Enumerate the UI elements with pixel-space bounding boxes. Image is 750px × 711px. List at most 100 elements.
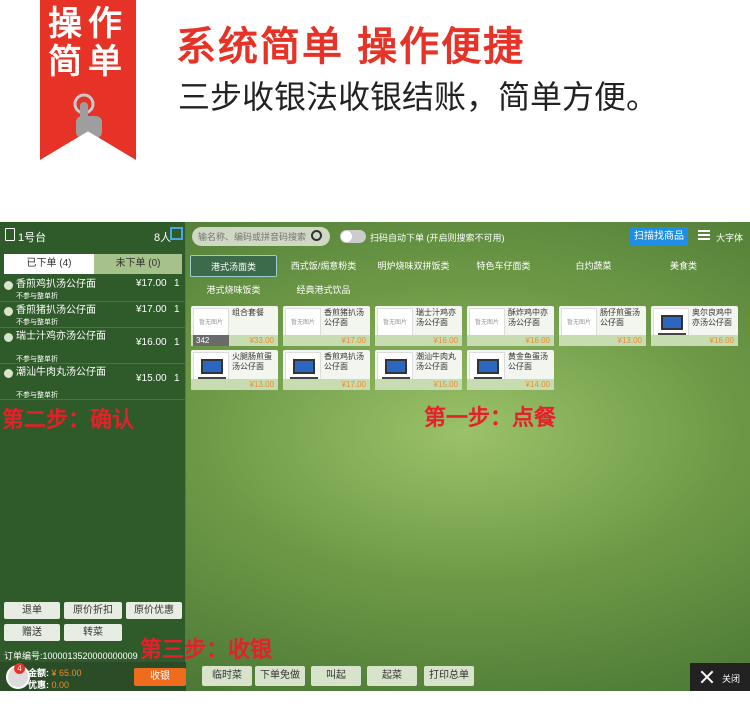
product-card[interactable]: 暂无图片 香煎猪扒汤公仔面 ¥17.00 xyxy=(283,306,370,346)
close-button[interactable]: 关闭 xyxy=(690,663,750,691)
product-price: ¥17.00 xyxy=(283,379,370,390)
checkout-button[interactable]: 收银 xyxy=(134,668,186,686)
checkout-bar: 4 金额: ¥ 65.00 优惠: 0.00 收银 xyxy=(0,662,186,691)
product-price: ¥16.00 xyxy=(375,335,462,346)
check-icon xyxy=(4,281,13,290)
product-card[interactable]: 暂无图片 酥炸鸡中亦汤公仔面 ¥16.00 xyxy=(467,306,554,346)
order-free-button[interactable]: 下单免做 xyxy=(255,666,305,686)
product-name: 香煎猪扒汤公仔面 xyxy=(324,308,364,327)
check-icon xyxy=(4,307,13,316)
close-label: 关闭 xyxy=(722,674,741,684)
close-icon xyxy=(701,671,713,683)
action-bar: 临时菜 下单免做 叫起 起菜 打印总单 xyxy=(187,663,750,691)
edit-icon[interactable] xyxy=(170,227,183,240)
product-price: ¥13.00 xyxy=(191,379,278,390)
notification-badge: 4 xyxy=(14,663,25,674)
order-item-qty: 1 xyxy=(174,278,180,289)
discount-value: 0.00 xyxy=(51,680,70,690)
step-1-label: 第一步：点餐 xyxy=(424,405,557,430)
auto-order-label: 扫码自动下单 (开启则搜索不可用) xyxy=(370,233,505,243)
orig-discount-button[interactable]: 原价折扣 xyxy=(64,602,122,619)
order-item[interactable]: 香煎鸡扒汤公仔面 ¥17.00 1 不参与整单折 xyxy=(0,277,186,302)
order-item-note: 不参与整单折 xyxy=(16,356,58,363)
people-count: 8人 xyxy=(154,232,172,244)
amount-value: ¥ 65.00 xyxy=(51,668,82,678)
category-tab[interactable]: 美食类 xyxy=(640,255,727,277)
pos-app: 1号台 8人 已下单 (4) 未下单 (0) 香煎鸡扒汤公仔面 ¥17.00 1… xyxy=(0,222,750,691)
order-item-name: 香煎鸡扒汤公仔面 xyxy=(16,279,96,290)
headline: 系统简单 操作便捷 xyxy=(176,25,526,69)
product-name: 香煎鸡扒汤公仔面 xyxy=(324,352,364,371)
order-item[interactable]: 香煎猪扒汤公仔面 ¥17.00 1 不参与整单折 xyxy=(0,303,186,328)
product-name: 瑞士汁鸡亦汤公仔面 xyxy=(416,308,456,327)
call-button[interactable]: 叫起 xyxy=(311,666,361,686)
category-tab[interactable]: 明炉烧味双拼饭类 xyxy=(370,255,457,277)
product-stock: 342 xyxy=(193,335,229,346)
search-icon[interactable] xyxy=(311,230,322,241)
order-item-note: 不参与整单折 xyxy=(16,392,58,399)
product-card[interactable]: 暂无图片 瑞士汁鸡亦汤公仔面 ¥16.00 xyxy=(375,306,462,346)
badge-line-1: 操作 xyxy=(48,5,128,43)
auto-order-toggle[interactable] xyxy=(340,230,366,243)
product-price: ¥16.00 xyxy=(651,335,738,346)
hand-pointer-icon xyxy=(73,93,102,138)
product-card[interactable]: 奥尔良鸡中亦汤公仔面 ¥16.00 xyxy=(651,306,738,346)
category-tab[interactable]: 经典港式饮品 xyxy=(280,279,367,301)
orig-promo-button[interactable]: 原价优惠 xyxy=(126,602,182,619)
table-icon xyxy=(5,228,15,241)
product-card[interactable]: 火腿肠煎蛋汤公仔面 ¥13.00 xyxy=(191,350,278,390)
order-tabs: 已下单 (4) 未下单 (0) xyxy=(4,254,182,274)
order-item-qty: 1 xyxy=(174,373,180,384)
product-card[interactable]: 暂无图片 肠仔煎蛋汤公仔面 ¥13.00 xyxy=(559,306,646,346)
temp-dish-button[interactable]: 临时菜 xyxy=(202,666,252,686)
search-input[interactable] xyxy=(198,229,308,244)
check-icon xyxy=(4,333,13,342)
serve-button[interactable]: 起菜 xyxy=(367,666,417,686)
order-item-price: ¥15.00 xyxy=(136,373,167,384)
tab-ordered[interactable]: 已下单 (4) xyxy=(4,254,94,274)
print-total-button[interactable]: 打印总单 xyxy=(424,666,474,686)
category-tab[interactable]: 特色车仔面类 xyxy=(460,255,547,277)
category-tab[interactable]: 港式烧味饭类 xyxy=(190,279,277,301)
product-name: 黄金鱼蛋汤公仔面 xyxy=(508,352,548,371)
order-item-note: 不参与整单折 xyxy=(16,319,58,326)
toggle-knob xyxy=(341,231,352,242)
check-icon xyxy=(4,369,13,378)
subline: 三步收银法收银结账，简单方便。 xyxy=(178,79,659,115)
order-item-qty: 1 xyxy=(174,304,180,315)
badge-ribbon: 操作 简单 xyxy=(40,0,136,160)
tab-unordered[interactable]: 未下单 (0) xyxy=(94,254,182,274)
discount-row: 优惠: 0.00 xyxy=(28,678,69,691)
product-name: 组合套餐 xyxy=(232,308,264,317)
scan-product-button[interactable]: 扫描找商品 xyxy=(630,227,688,246)
product-card[interactable]: 香煎鸡扒汤公仔面 ¥17.00 xyxy=(283,350,370,390)
search-box[interactable] xyxy=(192,227,330,246)
product-price: ¥14.00 xyxy=(467,379,554,390)
order-number: 订单编号:1000013520000000009 xyxy=(4,651,138,661)
menu-icon[interactable] xyxy=(698,230,710,240)
big-font-toggle[interactable]: 大字体 xyxy=(716,231,743,244)
product-card[interactable]: 暂无图片 组合套餐 ¥33.00 342 xyxy=(191,306,278,346)
product-card[interactable]: 潮汕牛肉丸汤公仔面 ¥15.00 xyxy=(375,350,462,390)
product-price: ¥17.00 xyxy=(283,335,370,346)
gift-button[interactable]: 赠送 xyxy=(4,624,60,641)
product-name: 酥炸鸡中亦汤公仔面 xyxy=(508,308,548,327)
order-item-name: 潮汕牛肉丸汤公仔面 xyxy=(16,367,106,378)
refund-button[interactable]: 退单 xyxy=(4,602,60,619)
product-name: 潮汕牛肉丸汤公仔面 xyxy=(416,352,456,371)
amount-label: 金额: xyxy=(28,668,49,678)
order-topbar: 1号台 8人 xyxy=(0,222,186,250)
category-tab[interactable]: 白灼蔬菜 xyxy=(550,255,637,277)
category-tab[interactable]: 港式汤面类 xyxy=(190,255,277,277)
product-price: ¥13.00 xyxy=(559,335,646,346)
transfer-button[interactable]: 转菜 xyxy=(64,624,122,641)
order-item[interactable]: 潮汕牛肉丸汤公仔面 ¥15.00 1 不参与整单折 xyxy=(0,365,186,400)
product-card[interactable]: 黄金鱼蛋汤公仔面 ¥14.00 xyxy=(467,350,554,390)
table-number: 1号台 xyxy=(18,232,47,244)
order-item-price: ¥17.00 xyxy=(136,278,167,289)
badge-line-2: 简单 xyxy=(48,43,128,81)
order-item[interactable]: 瑞士汁鸡亦汤公仔面 ¥16.00 1 不参与整单折 xyxy=(0,329,186,364)
product-price: ¥16.00 xyxy=(467,335,554,346)
order-item-price: ¥16.00 xyxy=(136,337,167,348)
category-tab[interactable]: 西式饭/焗意粉类 xyxy=(280,255,367,277)
